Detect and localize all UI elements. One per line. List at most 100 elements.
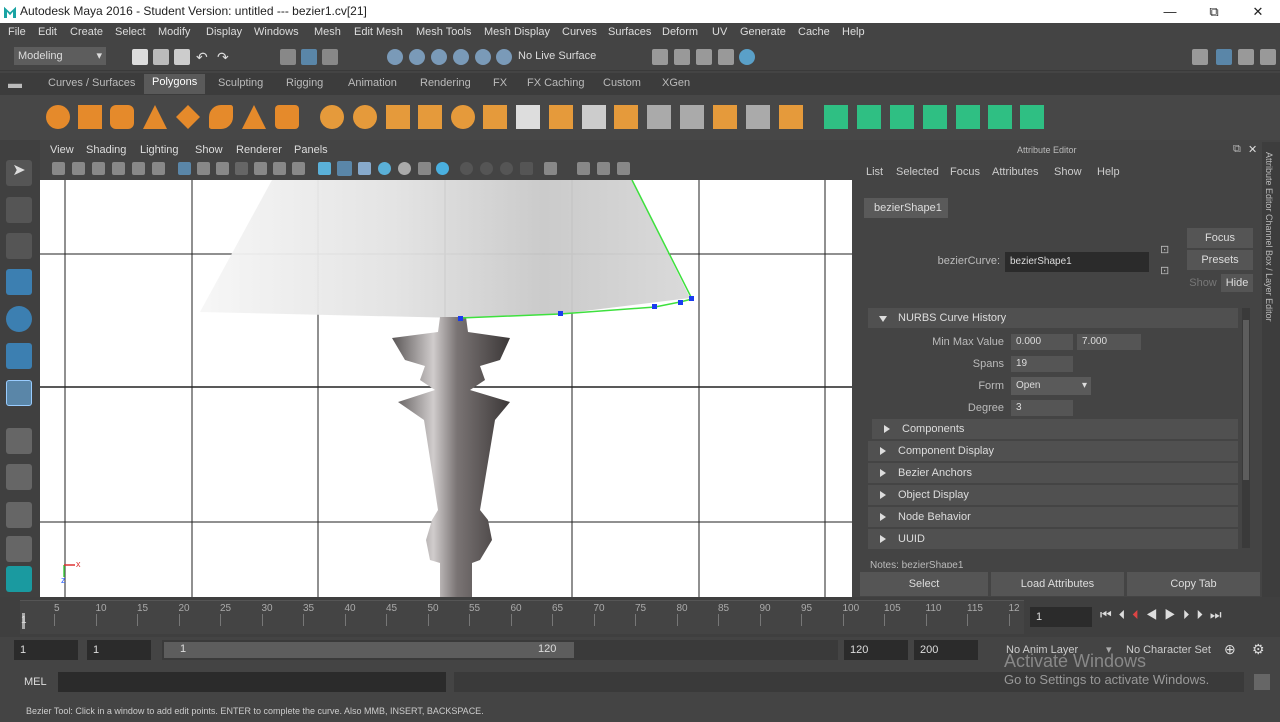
render-settings-icon[interactable] [718,49,734,65]
safe-action-icon[interactable] [273,162,286,175]
image-plane-icon[interactable] [112,162,125,175]
menu-mesh-tools[interactable]: Mesh Tools [416,26,471,38]
menu-file[interactable]: File [8,26,26,38]
live-surface-field[interactable]: No Live Surface [518,50,596,62]
poly-plane-icon[interactable] [176,105,200,129]
auto-map-icon[interactable] [956,105,980,129]
frame-node-behavior[interactable]: Node Behavior [868,507,1238,527]
frame-object-display[interactable]: Object Display [868,485,1238,505]
focus-button[interactable]: Focus [1187,228,1253,248]
isolate-select-icon[interactable] [520,162,533,175]
motion-blur-icon[interactable] [460,162,473,175]
ae-scroll-thumb[interactable] [1243,320,1249,480]
hypershade-icon[interactable] [739,49,755,65]
attribute-editor-toggle-icon[interactable] [1216,49,1232,65]
snap-curve-icon[interactable] [409,49,425,65]
menu-generate[interactable]: Generate [740,26,786,38]
go-to-end-icon[interactable]: ⏭ [1210,607,1229,622]
use-all-lights-icon[interactable] [398,162,411,175]
select-by-object-icon[interactable] [301,49,317,65]
minimize-button[interactable]: — [1148,0,1192,23]
menu-help[interactable]: Help [842,26,865,38]
poly-torus-icon[interactable] [209,105,233,129]
menu-mesh[interactable]: Mesh [314,26,341,38]
menu-deform[interactable]: Deform [662,26,698,38]
max-value-field[interactable]: 7.000 [1077,334,1141,350]
degree-field[interactable]: 3 [1011,400,1073,416]
snap-live-icon[interactable] [475,49,491,65]
script-editor-icon[interactable] [1254,674,1270,690]
animation-end-field[interactable]: 200 [914,640,978,660]
range-slider[interactable]: 1 120 [162,640,838,660]
menu-display[interactable]: Display [206,26,242,38]
poly-pipe-icon[interactable] [275,105,299,129]
shelf-menu-icon[interactable]: ▬ [8,75,22,91]
ipr-render-icon[interactable] [696,49,712,65]
menu-surfaces[interactable]: Surfaces [608,26,651,38]
boolean-icon[interactable] [451,105,475,129]
maya-home-icon[interactable] [6,566,32,592]
tab-rigging[interactable]: Rigging [286,77,323,89]
menu-select[interactable]: Select [115,26,146,38]
menu-uv[interactable]: UV [712,26,727,38]
workspace-icon[interactable] [1192,49,1208,65]
viewport-menu-lighting[interactable]: Lighting [140,144,179,156]
target-weld-icon[interactable] [746,105,770,129]
play-forward-icon[interactable]: ▶ [1164,607,1183,622]
preferences-icon[interactable]: ⚙ [1252,641,1265,658]
undo-icon[interactable]: ↶ [196,49,212,65]
viewport-menu-view[interactable]: View [50,144,74,156]
camera-attributes-icon[interactable] [72,162,85,175]
frame-component-display[interactable]: Component Display [868,441,1238,461]
node-name-field[interactable]: bezierShape1 [1005,252,1149,272]
smooth-shade-icon[interactable] [337,161,352,176]
planar-map-icon[interactable] [857,105,881,129]
bookmark-icon[interactable] [92,162,105,175]
single-view-layout-icon[interactable] [6,428,32,454]
2d-pan-zoom-icon[interactable] [152,162,165,175]
load-attributes-button[interactable]: Load Attributes [991,572,1124,596]
multi-cut-icon[interactable] [516,105,540,129]
move-tool-icon[interactable] [6,269,32,295]
menu-create[interactable]: Create [70,26,103,38]
wireframe-icon[interactable] [318,162,331,175]
film-gate-icon[interactable] [197,162,210,175]
playback-start-field[interactable]: 1 [87,640,151,660]
append-polygon-icon[interactable] [614,105,638,129]
menu-edit-mesh[interactable]: Edit Mesh [354,26,403,38]
grease-pencil-icon[interactable] [132,162,145,175]
bezier-tool-icon[interactable] [6,380,32,406]
multisample-aa-icon[interactable] [480,162,493,175]
presets-button[interactable]: Presets [1187,250,1253,270]
cylindrical-map-icon[interactable] [890,105,914,129]
hide-button[interactable]: Hide [1221,274,1253,292]
layout-uvs-icon[interactable] [988,105,1012,129]
menu-modify[interactable]: Modify [158,26,190,38]
paint-select-tool-icon[interactable] [6,233,32,259]
snap-grid-icon[interactable] [387,49,403,65]
frame-nurbs-curve-history[interactable]: NURBS Curve History [868,308,1238,328]
min-value-field[interactable]: 0.000 [1011,334,1073,350]
xray-active-components-icon[interactable] [597,162,610,175]
close-panel-icon[interactable]: ✕ [1248,143,1257,156]
select-by-hierarchy-icon[interactable] [280,49,296,65]
smooth-icon[interactable] [386,105,410,129]
xray-joints-icon[interactable] [577,162,590,175]
persp-outliner-layout-icon[interactable] [6,502,32,528]
frame-bezier-anchors[interactable]: Bezier Anchors [868,463,1238,483]
combine-icon[interactable] [320,105,344,129]
save-scene-icon[interactable] [174,49,190,65]
viewport-menu-panels[interactable]: Panels [294,144,328,156]
menu-curves[interactable]: Curves [562,26,597,38]
current-frame-field[interactable]: 1 [1030,607,1092,627]
frame-components[interactable]: Components [872,419,1238,439]
scale-tool-icon[interactable] [6,343,32,369]
gate-mask-icon[interactable] [235,162,248,175]
spans-field[interactable]: 19 [1011,356,1073,372]
collapse-icon[interactable] [779,105,803,129]
field-chart-icon[interactable] [254,162,267,175]
mode-dropdown[interactable]: Modeling ▾ [14,47,106,65]
xray-icon[interactable] [544,162,557,175]
tab-animation[interactable]: Animation [348,77,397,89]
bridge-icon[interactable] [582,105,606,129]
